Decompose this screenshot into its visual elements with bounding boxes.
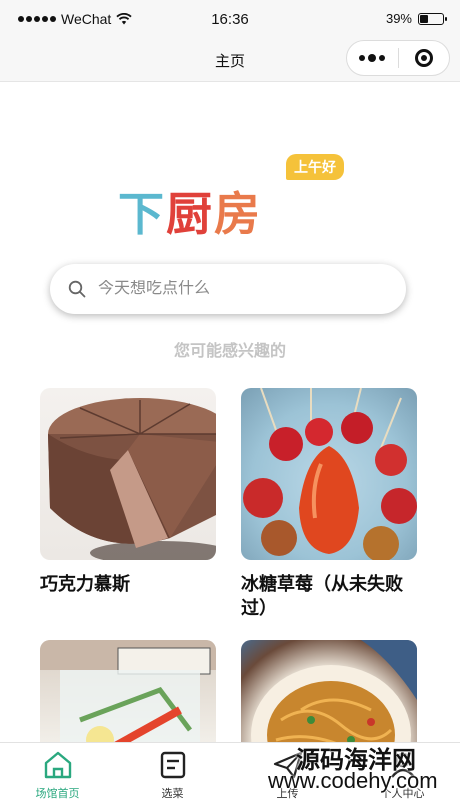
close-mini-program-icon[interactable]	[398, 49, 449, 67]
search-input[interactable]	[98, 280, 358, 298]
app-logo: 下厨房 上午好	[118, 154, 348, 241]
mini-program-capsule	[346, 40, 450, 76]
recipe-name[interactable]: 巧克力慕斯	[40, 572, 216, 596]
battery-icon	[418, 12, 447, 25]
recipe-card[interactable]: 巧克力慕斯	[40, 388, 216, 596]
more-icon[interactable]	[347, 53, 398, 62]
section-title: 您可能感兴趣的	[173, 343, 286, 360]
nav-bar: 主页	[0, 40, 460, 82]
status-right: 39%	[385, 11, 447, 26]
battery-percent: 39%	[385, 11, 412, 26]
recipe-image-chocolate-mousse[interactable]	[40, 388, 216, 560]
watermark: 源码海洋网 www.codehy.com	[256, 738, 460, 798]
logo-text: 下厨房	[118, 187, 262, 241]
status-bar: WeChat 16:36 39%	[0, 0, 460, 40]
search-bar[interactable]	[50, 264, 406, 314]
watermark-url: www.codehy.com	[268, 768, 438, 793]
recipe-name[interactable]: 冰糖草莓（从未失败过）	[241, 572, 417, 620]
home-icon	[44, 751, 71, 779]
tab-label: 场馆首页	[35, 788, 80, 800]
search-icon	[68, 280, 86, 298]
recipe-card[interactable]: 冰糖草莓（从未失败过）	[241, 388, 417, 620]
recipe-image-candied-strawberries[interactable]	[241, 388, 417, 560]
greeting-badge: 上午好	[286, 154, 344, 180]
menu-list-icon	[160, 751, 185, 779]
tab-home[interactable]: 场馆首页	[0, 743, 115, 801]
tab-label: 选菜	[161, 788, 184, 800]
tab-choose-dish[interactable]: 选菜	[115, 743, 230, 801]
